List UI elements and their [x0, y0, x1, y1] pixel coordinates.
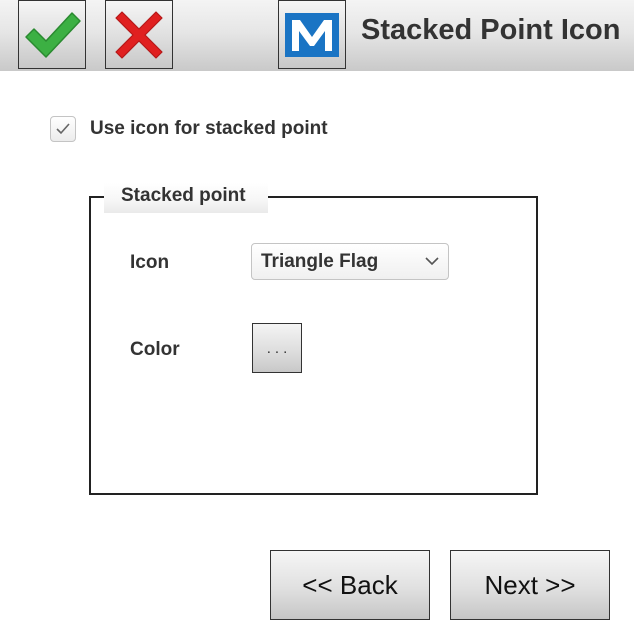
app-logo [278, 0, 346, 69]
checkmark-icon [56, 123, 70, 135]
header-bar: Stacked Point Icon [0, 0, 634, 71]
color-picker-button[interactable]: ... [252, 323, 302, 373]
back-button[interactable]: << Back [270, 550, 430, 620]
chevron-down-icon [425, 257, 439, 266]
icon-select[interactable]: Triangle Flag [251, 243, 449, 280]
icon-select-value: Triangle Flag [261, 250, 379, 272]
cross-icon [115, 10, 163, 59]
next-button[interactable]: Next >> [450, 550, 610, 620]
use-icon-checkbox[interactable] [50, 116, 76, 142]
ok-button[interactable] [18, 0, 86, 69]
icon-label: Icon [130, 252, 170, 273]
m-logo-icon [285, 12, 339, 57]
check-icon [25, 11, 81, 58]
cancel-button[interactable] [105, 0, 173, 69]
use-icon-label: Use icon for stacked point [90, 118, 328, 139]
color-label: Color [130, 339, 180, 360]
use-icon-option[interactable]: Use icon for stacked point [50, 116, 328, 142]
group-title: Stacked point [104, 183, 268, 213]
page-title: Stacked Point Icon [361, 14, 621, 46]
